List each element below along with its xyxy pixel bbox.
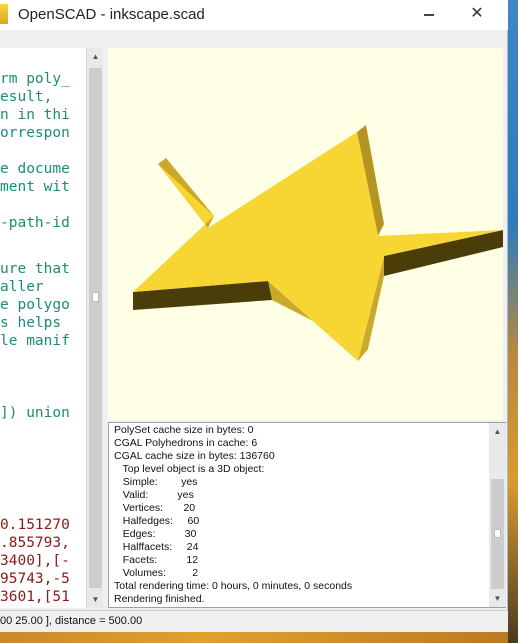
code-line[interactable]: le manif bbox=[0, 332, 70, 350]
console-line: Rendering finished. bbox=[114, 593, 205, 605]
code-line[interactable]: rm poly_ bbox=[0, 70, 70, 88]
console-scroll-thumb[interactable] bbox=[491, 479, 504, 589]
console-scroll-grip-icon bbox=[494, 529, 501, 538]
taskbar-strip bbox=[0, 632, 508, 643]
code-line[interactable]: 3400],[- bbox=[0, 552, 70, 570]
minimize-icon bbox=[424, 14, 434, 16]
close-icon: ✕ bbox=[470, 5, 484, 22]
console-line: CGAL Polyhedrons in cache: 6 bbox=[114, 437, 258, 449]
code-line[interactable]: e polygo bbox=[0, 296, 70, 314]
code-editor[interactable]: rm poly_ esult, n in thi orrespon e docume me… bbox=[0, 48, 86, 608]
openscad-window: OpenSCAD - inkscape.scad ✕ rm poly_ esult… bbox=[0, 0, 508, 643]
console-line: Volumes: 2 bbox=[114, 567, 199, 579]
code-line[interactable]: s helps bbox=[0, 314, 61, 332]
scroll-down-arrow-icon[interactable]: ▼ bbox=[87, 591, 104, 608]
editor-scrollbar[interactable]: ▲ ▼ bbox=[86, 48, 103, 608]
console-line: Halfedges: 60 bbox=[114, 515, 200, 527]
console-line: Top level object is a 3D object: bbox=[114, 463, 265, 475]
scroll-up-arrow-icon[interactable]: ▲ bbox=[87, 48, 104, 65]
console-line: Total rendering time: 0 hours, 0 minutes… bbox=[114, 580, 353, 592]
scroll-grip-icon bbox=[92, 292, 99, 302]
console-scrollbar[interactable]: ▲ ▼ bbox=[489, 423, 506, 607]
code-line[interactable]: ]) union bbox=[0, 404, 70, 422]
console-line: Vertices: 20 bbox=[114, 502, 196, 514]
console-scroll-down-icon[interactable]: ▼ bbox=[489, 590, 506, 607]
minimize-button[interactable] bbox=[406, 0, 452, 26]
console-line: PolySet cache size in bytes: 0 bbox=[114, 424, 254, 436]
3d-viewport[interactable] bbox=[108, 48, 503, 420]
code-line[interactable]: -path-id bbox=[0, 214, 70, 232]
desktop-background bbox=[508, 0, 518, 643]
code-line[interactable]: orrespon bbox=[0, 124, 70, 142]
code-line[interactable]: e docume bbox=[0, 160, 70, 178]
close-button[interactable]: ✕ bbox=[454, 0, 500, 26]
console-line: Halffacets: 24 bbox=[114, 541, 199, 553]
code-line[interactable]: esult, bbox=[0, 88, 52, 106]
code-line[interactable]: ure that bbox=[0, 260, 70, 278]
console-line: Edges: 30 bbox=[114, 528, 197, 540]
console-scroll-up-icon[interactable]: ▲ bbox=[489, 423, 506, 440]
title-bar[interactable]: OpenSCAD - inkscape.scad ✕ bbox=[0, 0, 508, 30]
code-line[interactable]: n in thi bbox=[0, 106, 70, 124]
status-bar: 00 25.00 ], distance = 500.00 bbox=[0, 610, 508, 632]
code-line[interactable]: 0.151270 bbox=[0, 516, 70, 534]
console-line: Facets: 12 bbox=[114, 554, 199, 566]
window-title: OpenSCAD - inkscape.scad bbox=[18, 6, 205, 23]
openscad-app-icon bbox=[0, 4, 8, 24]
viewport-status-text: 00 25.00 ], distance = 500.00 bbox=[0, 615, 143, 627]
console-line: CGAL cache size in bytes: 136760 bbox=[114, 450, 275, 462]
editor-scroll-thumb[interactable] bbox=[89, 68, 102, 588]
rendered-star-model bbox=[133, 125, 503, 361]
console-line: Valid: yes bbox=[114, 489, 194, 501]
code-line[interactable]: .855793, bbox=[0, 534, 70, 552]
console-line: Simple: yes bbox=[114, 476, 198, 488]
code-line[interactable]: ment wit bbox=[0, 178, 70, 196]
code-line[interactable]: 95743,-5 bbox=[0, 570, 70, 588]
console-output[interactable]: PolySet cache size in bytes: 0 CGAL Polyh… bbox=[108, 422, 506, 608]
code-line[interactable]: aller bbox=[0, 278, 44, 296]
code-line[interactable]: 3601,[51 bbox=[0, 588, 70, 606]
